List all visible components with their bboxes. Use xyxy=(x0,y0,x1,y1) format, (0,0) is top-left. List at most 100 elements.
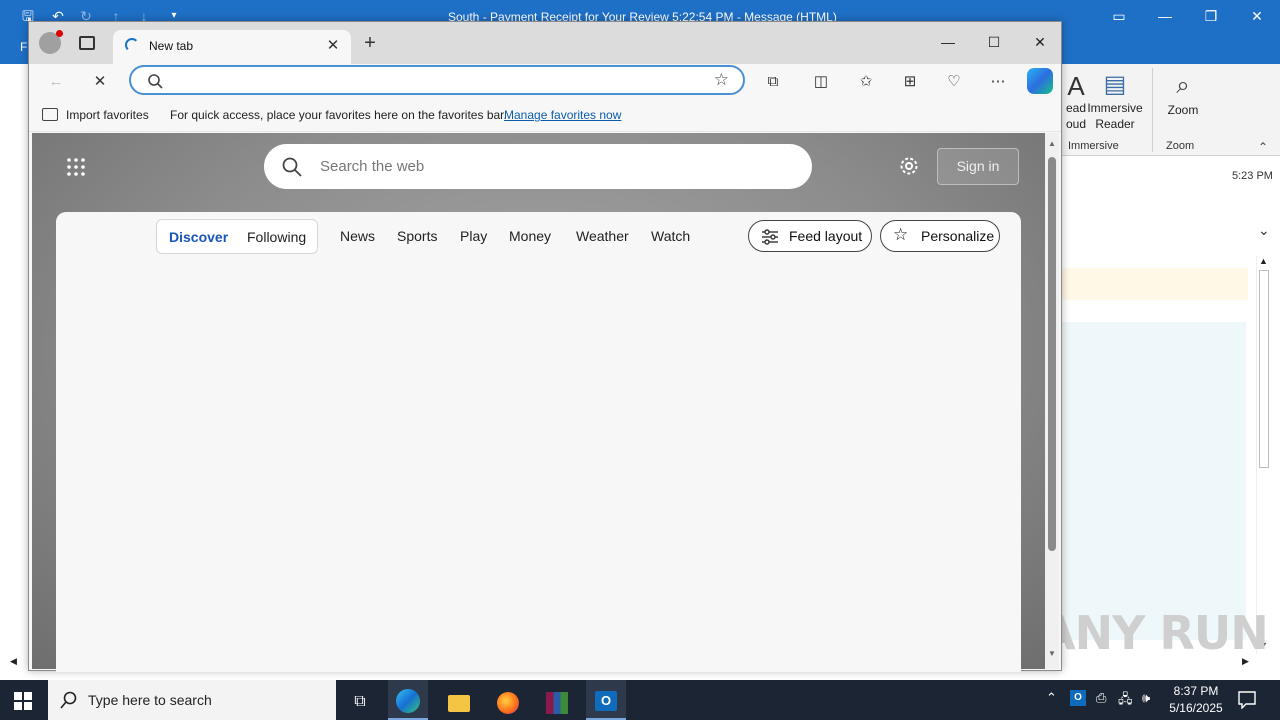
back-arrow-icon[interactable]: ← xyxy=(44,70,68,94)
more-options-icon[interactable]: ⋯ xyxy=(986,70,1010,94)
expand-header-icon[interactable]: ⌄ xyxy=(1258,222,1270,239)
collapse-ribbon-icon[interactable]: ⌃ xyxy=(1258,140,1268,154)
taskbar: Type here to search ⧉ O ⌃ O ⎙ 🖧 🕪 8:37 P… xyxy=(0,680,1280,720)
split-screen-icon[interactable]: ◫ xyxy=(809,70,833,94)
scroll-up-icon[interactable]: ▲ xyxy=(1259,256,1268,266)
tab-following[interactable]: Following xyxy=(247,229,306,245)
task-view-icon[interactable]: ⧉ xyxy=(340,686,380,718)
notification-dot xyxy=(56,30,63,37)
outlook-restore-button[interactable]: ❐ xyxy=(1188,4,1234,28)
app-launcher-icon[interactable] xyxy=(66,157,86,177)
tray-device-icon[interactable]: ⎙ xyxy=(1096,690,1106,706)
address-bar[interactable]: ☆ xyxy=(129,65,745,95)
edge-window: New tab ✕ + — ☐ ✕ ← ✕ ☆ ⧉ ◫ ✩ ⊞ ♡ ⋯ Impo… xyxy=(28,21,1062,672)
info-bar xyxy=(1062,268,1248,300)
browser-essentials-icon[interactable]: ♡ xyxy=(942,70,966,94)
zoom-button[interactable]: ⌕ Zoom xyxy=(1158,70,1208,118)
feed-layout-button[interactable]: Feed layout xyxy=(748,220,872,252)
scroll-thumb[interactable] xyxy=(1259,270,1269,468)
tab-strip: New tab ✕ + — ☐ ✕ xyxy=(29,22,1061,64)
manage-favorites-link[interactable]: Manage favorites now xyxy=(504,108,621,122)
zoom-magnifier-icon: ⌕ xyxy=(1176,72,1190,99)
outlook-taskbar-icon[interactable]: O xyxy=(586,680,626,720)
scroll-left-icon[interactable]: ◀ xyxy=(10,656,17,667)
show-hidden-icons-chevron[interactable]: ⌃ xyxy=(1046,690,1057,706)
nav-weather[interactable]: Weather xyxy=(576,228,629,244)
nav-play[interactable]: Play xyxy=(460,228,487,244)
scroll-thumb[interactable] xyxy=(1048,157,1056,551)
firefox-icon[interactable] xyxy=(488,686,528,718)
volume-icon[interactable]: 🕪 xyxy=(1142,690,1150,706)
sliders-icon xyxy=(762,229,778,245)
group-zoom-label: Zoom xyxy=(1166,140,1195,152)
outlook-vertical-scrollbar[interactable]: ▲ ▼ xyxy=(1256,256,1272,654)
tab-new-tab[interactable]: New tab ✕ xyxy=(113,30,351,64)
outlook-left-edge xyxy=(0,64,28,664)
maximize-button[interactable]: ☐ xyxy=(971,28,1017,56)
new-tab-button[interactable]: + xyxy=(359,32,381,55)
add-favorite-star-icon[interactable]: ☆ xyxy=(714,70,729,90)
collections-icon[interactable]: ⊞ xyxy=(898,70,922,94)
network-icon[interactable]: 🖧 xyxy=(1118,690,1133,712)
nav-money[interactable]: Money xyxy=(509,228,551,244)
minimize-button[interactable]: — xyxy=(925,28,971,56)
outlook-tray-icon[interactable]: O xyxy=(1070,690,1086,706)
ribbon-display-icon[interactable]: ▭ xyxy=(1096,4,1142,28)
immersive-reader-label: Immersive xyxy=(1087,101,1143,115)
windows-start-icon[interactable] xyxy=(14,692,32,710)
news-feed: Discover Following News Sports Play Mone… xyxy=(56,212,1021,672)
search-icon xyxy=(148,74,163,89)
notification-center-icon[interactable] xyxy=(1238,691,1256,709)
personalize-star-icon: ☆ xyxy=(893,225,909,244)
favorites-icon[interactable]: ✩ xyxy=(854,70,878,94)
web-search-box[interactable]: Search the web xyxy=(264,144,812,189)
feed-tab-group: Discover Following xyxy=(156,219,318,254)
stop-loading-icon[interactable]: ✕ xyxy=(88,70,112,94)
copilot-icon[interactable] xyxy=(1027,68,1053,94)
personalize-button[interactable]: ☆ Personalize xyxy=(880,220,1000,252)
nav-news[interactable]: News xyxy=(340,228,375,244)
page-vertical-scrollbar[interactable]: ▲ ▼ xyxy=(1045,133,1059,669)
import-favorites-icon xyxy=(42,108,58,121)
scroll-up-icon[interactable]: ▲ xyxy=(1048,139,1056,148)
immersive-reader-button[interactable]: ▤ Immersive Reader xyxy=(1084,70,1146,132)
file-explorer-icon[interactable] xyxy=(439,686,479,718)
outlook-close-button[interactable]: ✕ xyxy=(1234,4,1280,28)
anyrun-watermark: ANY RUN xyxy=(1040,606,1269,660)
favorites-bar-message: For quick access, place your favorites h… xyxy=(170,108,507,122)
scroll-down-icon[interactable]: ▼ xyxy=(1048,649,1056,658)
close-tab-icon[interactable]: ✕ xyxy=(323,36,343,54)
favorites-bar: Import favorites For quick access, place… xyxy=(29,100,1061,132)
message-body xyxy=(1062,322,1246,640)
file-tab[interactable]: F xyxy=(20,40,27,54)
edge-taskbar-icon[interactable] xyxy=(388,680,428,720)
personalize-label: Personalize xyxy=(921,228,995,244)
profile-avatar-icon[interactable] xyxy=(39,30,63,54)
outlook-ribbon: A ead oud ▤ Immersive Reader ⌕ Zoom Imme… xyxy=(1062,64,1280,156)
new-tab-page: Search the web Sign in Discover Followin… xyxy=(32,133,1045,672)
message-time: 5:23 PM xyxy=(1232,170,1273,182)
immersive-reader-icon: ▤ xyxy=(1103,71,1127,98)
feed-layout-label: Feed layout xyxy=(789,228,863,244)
ribbon-divider xyxy=(1152,68,1153,152)
close-window-button[interactable]: ✕ xyxy=(1017,28,1063,56)
taskbar-clock[interactable]: 8:37 PM 5/16/2025 xyxy=(1164,683,1228,717)
winrar-icon[interactable] xyxy=(537,686,577,718)
sign-in-button[interactable]: Sign in xyxy=(937,148,1019,185)
tab-label: New tab xyxy=(149,39,194,53)
tab-discover[interactable]: Discover xyxy=(169,229,228,245)
navigation-bar: ← ✕ ☆ ⧉ ◫ ✩ ⊞ ♡ ⋯ xyxy=(29,64,1061,100)
immersive-reader-label-2: Reader xyxy=(1095,117,1135,131)
import-favorites-button[interactable]: Import favorites xyxy=(66,108,149,122)
settings-gear-icon[interactable] xyxy=(896,153,922,179)
taskbar-search-box[interactable]: Type here to search xyxy=(48,680,336,720)
search-icon xyxy=(60,691,77,709)
nav-sports[interactable]: Sports xyxy=(397,228,437,244)
loading-spinner-icon xyxy=(125,38,139,52)
extensions-icon[interactable]: ⧉ xyxy=(761,70,785,94)
outlook-minimize-button[interactable]: — xyxy=(1142,4,1188,28)
clock-time: 8:37 PM xyxy=(1173,684,1219,698)
group-immersive-label: Immersive xyxy=(1068,140,1119,152)
nav-watch[interactable]: Watch xyxy=(651,228,690,244)
workspaces-icon[interactable] xyxy=(79,36,95,50)
